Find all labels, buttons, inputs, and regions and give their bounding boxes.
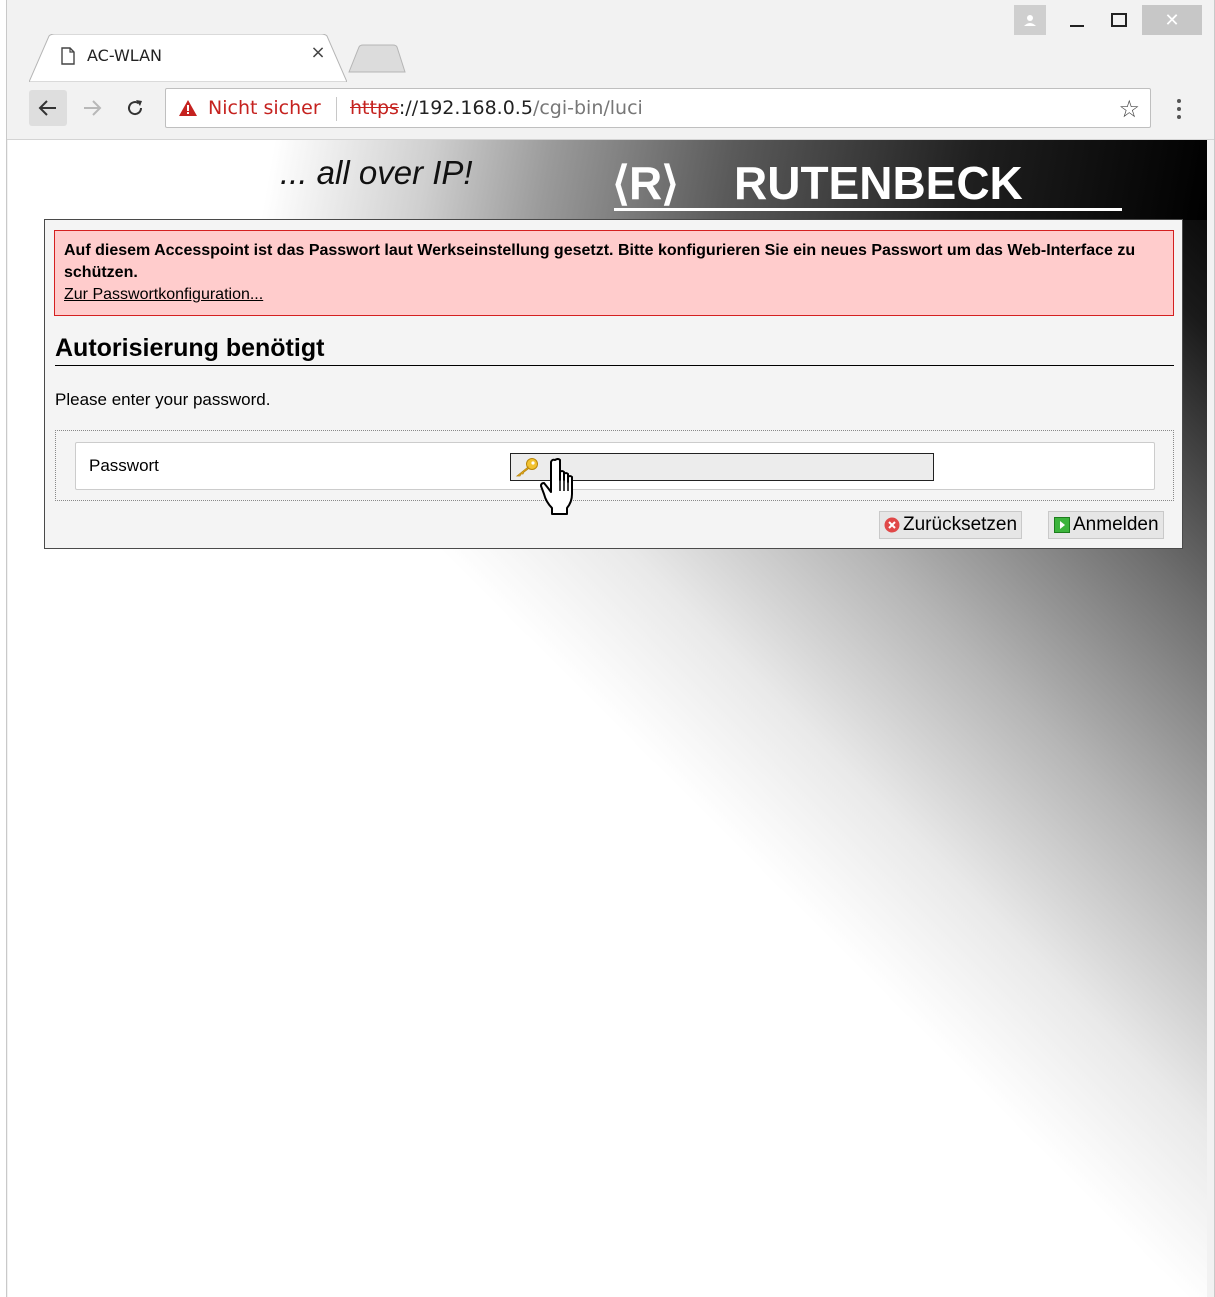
title-bar: AC-WLAN × ✕	[7, 0, 1214, 82]
key-icon	[515, 458, 538, 477]
reset-button[interactable]: Zurücksetzen	[879, 511, 1023, 539]
submit-label: Anmelden	[1073, 514, 1159, 535]
login-submit-button[interactable]: Anmelden	[1048, 511, 1164, 539]
password-config-link[interactable]: Zur Passwortkonfiguration...	[64, 284, 1164, 306]
browser-window: AC-WLAN × ✕ Nicht sicher https://192.168…	[6, 0, 1215, 1297]
forward-button[interactable]	[77, 90, 107, 126]
rutenbeck-logo: ⟨R⟩ RUTENBECK	[612, 154, 1122, 214]
browser-toolbar: Nicht sicher https://192.168.0.5/cgi-bin…	[7, 82, 1214, 140]
url-host: ://192.168.0.5	[398, 97, 533, 119]
maximize-button[interactable]	[1101, 5, 1137, 35]
menu-dot	[1177, 107, 1181, 111]
arrow-left-icon	[38, 100, 56, 116]
page-title: Autorisierung benötigt	[55, 334, 1174, 366]
page-icon	[61, 47, 75, 65]
close-window-button[interactable]: ✕	[1142, 5, 1202, 35]
menu-button[interactable]	[1167, 92, 1191, 126]
minimize-button[interactable]	[1059, 5, 1095, 35]
menu-dot	[1177, 115, 1181, 119]
page-viewport: ... all over IP! ⟨R⟩ RUTENBECK Auf diese…	[8, 140, 1207, 1297]
person-icon	[1024, 15, 1036, 26]
url-scheme: https	[350, 97, 399, 119]
password-row: Passwort	[75, 442, 1155, 490]
reload-icon	[128, 100, 143, 116]
instruction-text: Please enter your password.	[55, 390, 271, 409]
slogan: ... all over IP!	[280, 154, 473, 191]
hand-cursor-icon	[540, 458, 573, 515]
logo-underline	[614, 208, 1122, 211]
minimize-icon	[1070, 25, 1084, 27]
divider	[336, 97, 337, 121]
tab-ac-wlan[interactable]: AC-WLAN ×	[29, 34, 347, 82]
tab-close-icon[interactable]: ×	[308, 43, 328, 63]
alert-message: Auf diesem Accesspoint ist das Passwort …	[64, 242, 1136, 281]
new-tab-button[interactable]	[347, 44, 407, 74]
security-status[interactable]: Nicht sicher	[208, 97, 321, 119]
logo-mark: ⟨R⟩	[612, 157, 679, 209]
password-warning-alert: Auf diesem Accesspoint ist das Passwort …	[54, 230, 1174, 316]
maximize-icon	[1111, 13, 1127, 27]
arrow-right-icon	[84, 100, 102, 116]
login-fieldset: Passwort	[55, 430, 1174, 501]
close-icon: ✕	[1164, 9, 1180, 30]
login-panel: Auf diesem Accesspoint ist das Passwort …	[44, 219, 1183, 549]
password-label: Passwort	[89, 456, 159, 475]
star-icon[interactable]: ☆	[1118, 95, 1140, 123]
tab-shape	[29, 34, 347, 82]
url-path: /cgi-bin/luci	[532, 97, 643, 119]
submit-icon	[1054, 517, 1070, 533]
menu-dot	[1177, 99, 1181, 103]
profile-button[interactable]	[1014, 5, 1046, 35]
back-button[interactable]	[29, 90, 67, 126]
reset-label: Zurücksetzen	[903, 514, 1018, 535]
warning-icon	[179, 100, 197, 116]
reload-button[interactable]	[117, 90, 153, 126]
address-bar[interactable]: Nicht sicher https://192.168.0.5/cgi-bin…	[165, 88, 1151, 128]
tab-title: AC-WLAN	[87, 46, 162, 65]
logo-text: RUTENBECK	[734, 157, 1023, 209]
url-text[interactable]: https://192.168.0.5/cgi-bin/luci	[350, 97, 643, 119]
page-header: ... all over IP! ⟨R⟩ RUTENBECK	[8, 140, 1207, 220]
reset-icon	[884, 517, 900, 533]
